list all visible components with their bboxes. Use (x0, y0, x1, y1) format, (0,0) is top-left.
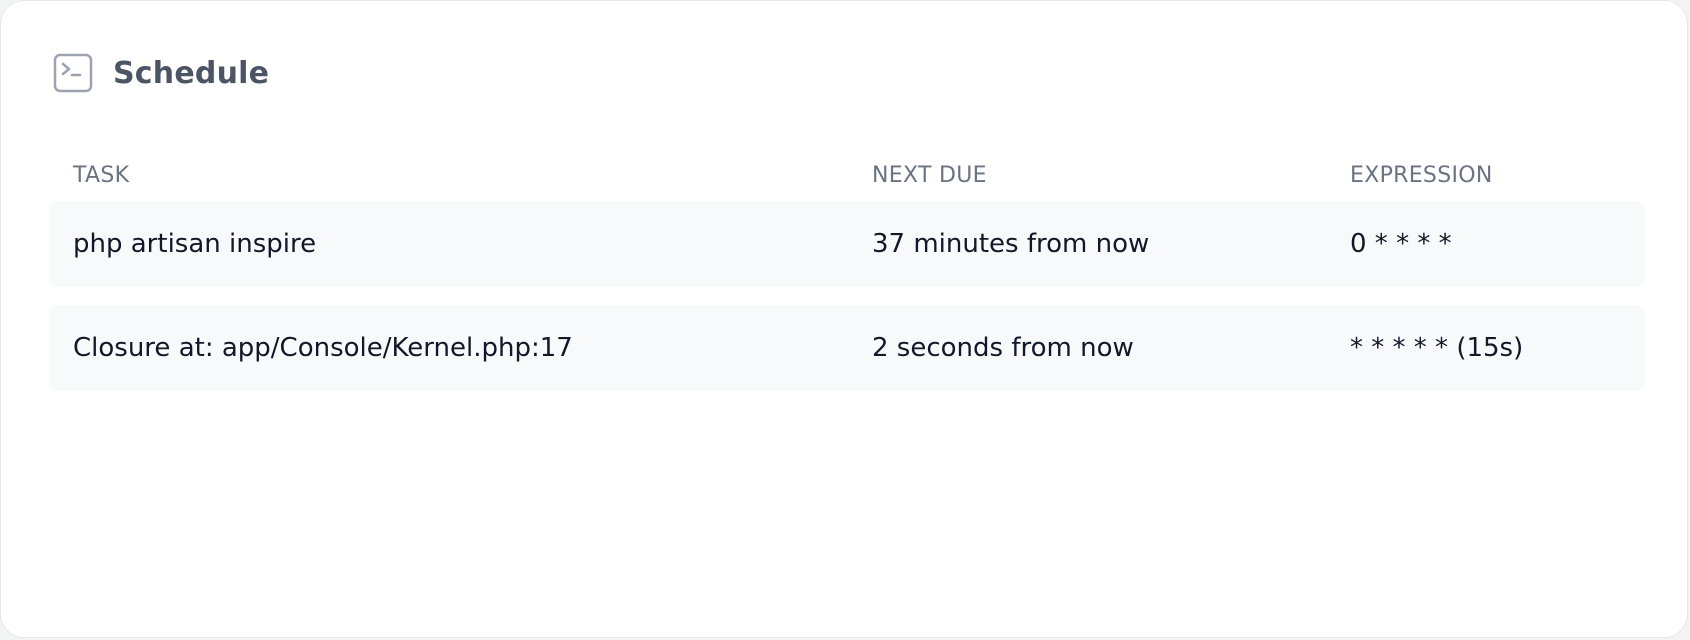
table-row: php artisan inspire 37 minutes from now … (49, 201, 1645, 287)
expression-cell: * * * * * (15s) (1350, 333, 1524, 363)
column-header-next-due: NEXT DUE (872, 163, 987, 188)
task-cell: php artisan inspire (73, 229, 317, 259)
expression-cell: 0 * * * * (1350, 229, 1452, 259)
schedule-card: Schedule TASK NEXT DUE EXPRESSION php ar… (0, 0, 1688, 638)
page-title: Schedule (113, 55, 270, 91)
next-due-cell: 37 minutes from now (872, 229, 1150, 259)
column-header-expression: EXPRESSION (1350, 163, 1493, 188)
task-cell: Closure at: app/Console/Kernel.php:17 (73, 333, 573, 363)
schedule-table: TASK NEXT DUE EXPRESSION php artisan ins… (49, 151, 1645, 391)
card-header: Schedule (53, 53, 269, 93)
terminal-icon (53, 53, 93, 93)
table-row: Closure at: app/Console/Kernel.php:17 2 … (49, 305, 1645, 391)
table-header: TASK NEXT DUE EXPRESSION (49, 151, 1645, 201)
next-due-cell: 2 seconds from now (872, 333, 1134, 363)
column-header-task: TASK (73, 163, 130, 188)
